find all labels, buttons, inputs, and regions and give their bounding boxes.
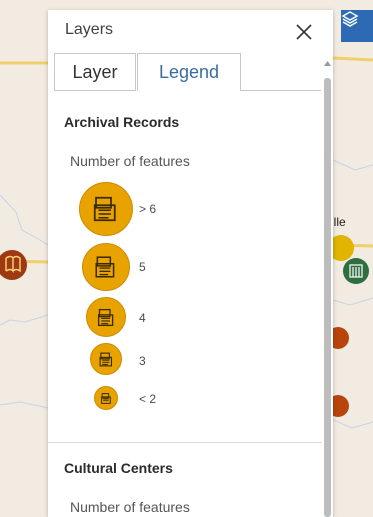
- close-icon: [296, 24, 312, 40]
- legend-symbol: [90, 343, 122, 375]
- legend-content: Archival Records Number of features > 6: [48, 91, 322, 517]
- archive-icon: [97, 308, 113, 326]
- panel-tabs: Layer Legend: [48, 53, 333, 91]
- map-place-label: ille: [331, 215, 346, 229]
- layers-icon: [341, 11, 359, 27]
- legend-subtitle: Number of features: [70, 153, 190, 169]
- layers-panel: Layers Layer Legend Archival Records Num…: [48, 10, 333, 517]
- legend-class-label: 3: [139, 354, 146, 368]
- legend-scrollbar[interactable]: [322, 54, 333, 517]
- legend-class-label: > 6: [139, 202, 157, 216]
- legend-symbol: [79, 182, 133, 236]
- legend-subtitle: Number of features: [70, 499, 190, 515]
- legend-symbol: [94, 386, 118, 410]
- legend-section-title: Cultural Centers: [64, 460, 173, 476]
- scroll-up-button[interactable]: [324, 60, 331, 67]
- legend-class-label: 5: [139, 260, 146, 274]
- tab-layer[interactable]: Layer: [54, 53, 136, 91]
- close-button[interactable]: [291, 19, 317, 45]
- legend-section-title: Archival Records: [64, 114, 180, 130]
- scrollbar-thumb[interactable]: [324, 78, 331, 517]
- tab-legend[interactable]: Legend: [137, 53, 241, 91]
- panel-header: Layers: [48, 10, 333, 54]
- panel-title: Layers: [65, 21, 114, 38]
- archive-icon: [100, 392, 111, 404]
- legend-class-label: 4: [139, 311, 146, 325]
- layers-widget-button[interactable]: [341, 10, 373, 42]
- legend-symbol: [82, 243, 130, 291]
- legend-class-label: < 2: [139, 392, 157, 406]
- archive-icon: [99, 352, 112, 366]
- legend-section-divider: [48, 442, 322, 443]
- archive-icon: [93, 196, 116, 222]
- caret-up-icon: [324, 61, 331, 66]
- map-road: [332, 56, 373, 62]
- archive-icon: [95, 256, 115, 278]
- legend-symbol: [86, 297, 126, 337]
